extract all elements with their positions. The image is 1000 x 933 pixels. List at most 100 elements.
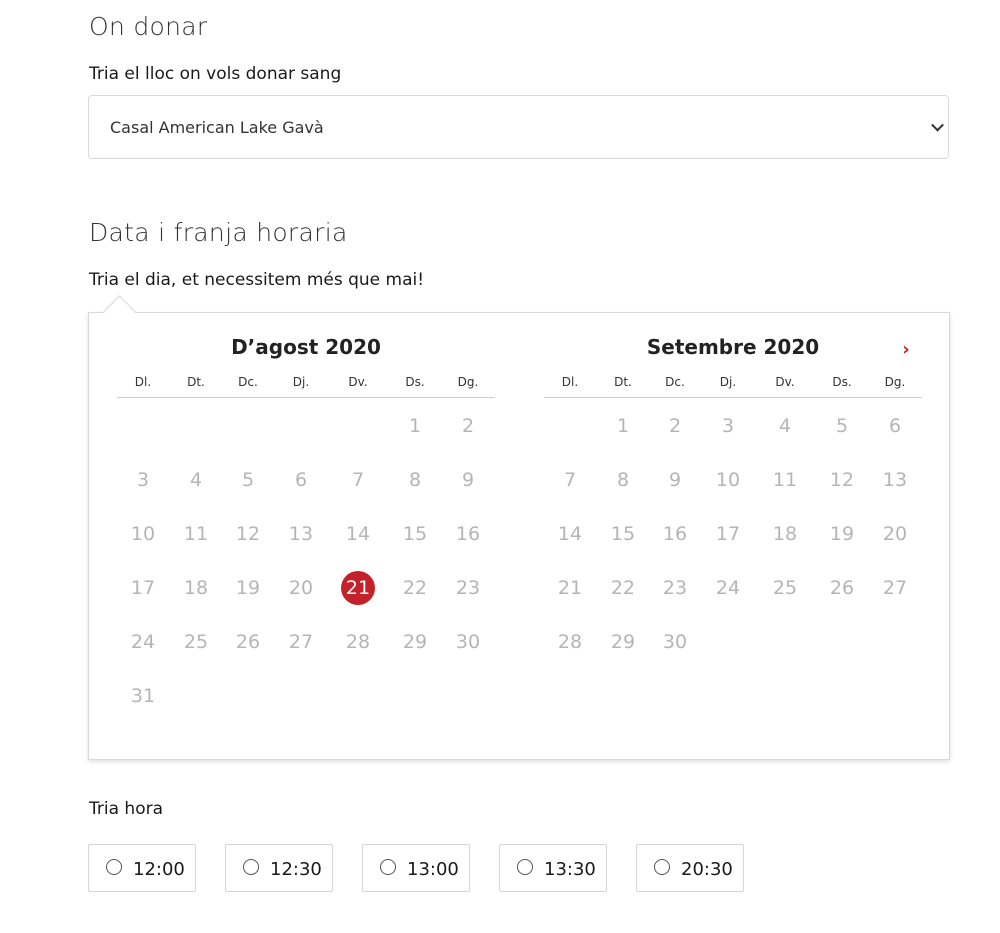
calendar-day[interactable]: 9 — [451, 463, 485, 497]
chevron-down-icon — [931, 118, 944, 132]
radio-button[interactable] — [654, 859, 670, 875]
weekday-label: Dv. — [348, 375, 368, 389]
date-picker: D’agost 2020 Dl. Dt. Dc. Dj. Dv. Ds. Dg. 12345… — [88, 312, 950, 760]
calendar-day-selected[interactable]: 21 — [341, 571, 375, 605]
calendar-day[interactable]: 2 — [658, 409, 692, 443]
calendar-day[interactable]: 14 — [553, 517, 587, 551]
location-heading: On donar — [89, 12, 208, 41]
weekday-header: Dl. Dt. Dc. Dj. Dv. Ds. Dg. — [117, 375, 495, 398]
next-month-button[interactable]: › — [899, 341, 913, 359]
calendar-day[interactable]: 11 — [768, 463, 802, 497]
calendar-day[interactable]: 27 — [284, 625, 318, 659]
calendar-day[interactable]: 25 — [179, 625, 213, 659]
calendar-day[interactable]: 29 — [398, 625, 432, 659]
calendar-day[interactable]: 24 — [126, 625, 160, 659]
radio-button[interactable] — [106, 859, 122, 875]
hour-option[interactable]: 12:00 — [88, 844, 196, 892]
calendar-day[interactable]: 18 — [179, 571, 213, 605]
calendar-day[interactable]: 9 — [658, 463, 692, 497]
schedule-heading: Data i franja horaria — [89, 218, 348, 247]
calendar-day[interactable]: 26 — [231, 625, 265, 659]
calendar-day[interactable]: 13 — [284, 517, 318, 551]
weekday-label: Dg. — [457, 375, 479, 389]
calendar-day[interactable]: 15 — [398, 517, 432, 551]
calendar-day[interactable]: 23 — [451, 571, 485, 605]
calendar-day[interactable]: 8 — [606, 463, 640, 497]
calendar-day[interactable]: 30 — [451, 625, 485, 659]
month-title: D’agost 2020 — [231, 335, 381, 359]
calendar-day[interactable]: 21 — [553, 571, 587, 605]
calendar-day[interactable]: 31 — [126, 679, 160, 713]
calendar-day[interactable]: 29 — [606, 625, 640, 659]
weekday-label: Ds. — [405, 375, 425, 389]
calendar-day[interactable]: 30 — [658, 625, 692, 659]
calendar-day[interactable]: 20 — [878, 517, 912, 551]
hour-option[interactable]: 13:30 — [499, 844, 607, 892]
weekday-label: Dl. — [134, 375, 152, 389]
calendar-day[interactable]: 25 — [768, 571, 802, 605]
calendar-day[interactable]: 10 — [126, 517, 160, 551]
weekday-label: Dg. — [884, 375, 906, 389]
hour-option[interactable]: 12:30 — [225, 844, 333, 892]
hour-option-label: 13:30 — [544, 859, 596, 880]
calendar-day[interactable]: 28 — [553, 625, 587, 659]
hour-option[interactable]: 20:30 — [636, 844, 744, 892]
weekday-label: Dj. — [292, 375, 310, 389]
calendar-day[interactable]: 6 — [284, 463, 318, 497]
location-select-value: Casal American Lake Gavà — [110, 117, 324, 137]
calendar-day[interactable]: 17 — [711, 517, 745, 551]
weekday-label: Dc. — [238, 375, 258, 389]
calendar-day[interactable]: 19 — [231, 571, 265, 605]
calendar-day[interactable]: 12 — [231, 517, 265, 551]
calendar-day[interactable]: 7 — [341, 463, 375, 497]
calendar-day[interactable]: 2 — [451, 409, 485, 443]
calendar-day[interactable]: 14 — [341, 517, 375, 551]
calendar-day[interactable]: 3 — [711, 409, 745, 443]
hour-option-label: 20:30 — [681, 859, 733, 880]
weekday-header: Dl. Dt. Dc. Dj. Dv. Ds. Dg. — [544, 375, 922, 398]
radio-button[interactable] — [243, 859, 259, 875]
calendar-day[interactable]: 17 — [126, 571, 160, 605]
hour-option-label: 12:30 — [270, 859, 322, 880]
calendar-day[interactable]: 28 — [341, 625, 375, 659]
calendar-day[interactable]: 10 — [711, 463, 745, 497]
calendar-day[interactable]: 26 — [825, 571, 859, 605]
calendar-day[interactable]: 13 — [878, 463, 912, 497]
calendar-day[interactable]: 22 — [398, 571, 432, 605]
weekday-label: Dl. — [561, 375, 579, 389]
day-label: Tria el dia, et necessitem més que mai! — [89, 270, 425, 290]
calendar-day[interactable]: 5 — [825, 409, 859, 443]
calendar-day[interactable]: 3 — [126, 463, 160, 497]
calendar-day[interactable]: 6 — [878, 409, 912, 443]
calendar-day[interactable]: 20 — [284, 571, 318, 605]
calendar-day[interactable]: 22 — [606, 571, 640, 605]
calendar-day[interactable]: 15 — [606, 517, 640, 551]
radio-button[interactable] — [517, 859, 533, 875]
hour-option[interactable]: 13:00 — [362, 844, 470, 892]
calendar-day[interactable]: 12 — [825, 463, 859, 497]
hour-label: Tria hora — [89, 799, 164, 819]
calendar-day[interactable]: 24 — [711, 571, 745, 605]
calendar-day[interactable]: 19 — [825, 517, 859, 551]
calendar-day[interactable]: 4 — [179, 463, 213, 497]
weekday-label: Dv. — [775, 375, 795, 389]
calendar-day[interactable]: 4 — [768, 409, 802, 443]
weekday-label: Dt. — [614, 375, 632, 389]
calendar-day[interactable]: 5 — [231, 463, 265, 497]
weekday-label: Dc. — [665, 375, 685, 389]
calendar-day[interactable]: 1 — [398, 409, 432, 443]
calendar-day[interactable]: 7 — [553, 463, 587, 497]
weekday-label: Ds. — [832, 375, 852, 389]
radio-button[interactable] — [380, 859, 396, 875]
calendar-day[interactable]: 16 — [451, 517, 485, 551]
hour-option-label: 12:00 — [133, 859, 185, 880]
calendar-day[interactable]: 18 — [768, 517, 802, 551]
hour-option-label: 13:00 — [407, 859, 459, 880]
location-select[interactable]: Casal American Lake Gavà — [88, 95, 949, 159]
calendar-day[interactable]: 23 — [658, 571, 692, 605]
calendar-day[interactable]: 11 — [179, 517, 213, 551]
calendar-day[interactable]: 1 — [606, 409, 640, 443]
calendar-day[interactable]: 27 — [878, 571, 912, 605]
calendar-day[interactable]: 16 — [658, 517, 692, 551]
calendar-day[interactable]: 8 — [398, 463, 432, 497]
